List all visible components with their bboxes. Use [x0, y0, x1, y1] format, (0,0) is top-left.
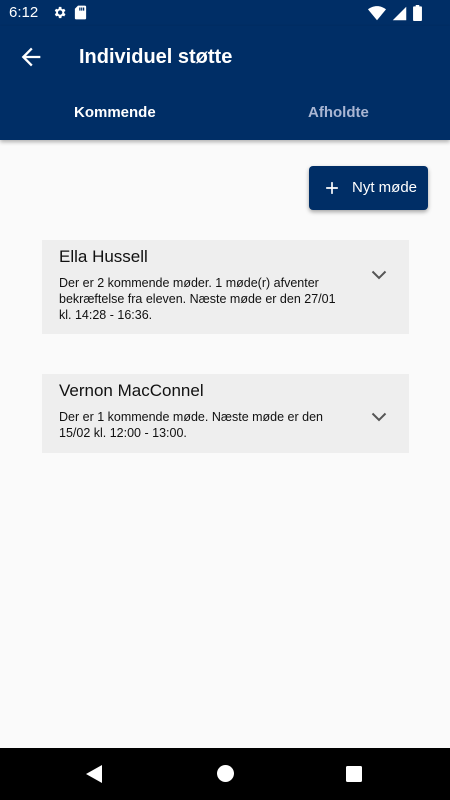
status-time: 6:12: [9, 4, 39, 21]
status-left-icons: [52, 5, 87, 25]
arrow-left-icon: [17, 47, 45, 75]
tab-upcoming[interactable]: Kommende: [74, 104, 156, 121]
student-name: Vernon MacConnel: [59, 381, 204, 400]
recents-square-icon[interactable]: [346, 766, 362, 787]
home-circle-icon[interactable]: [217, 765, 234, 787]
back-button[interactable]: [17, 43, 45, 71]
battery-icon: [413, 5, 422, 26]
new-meeting-button[interactable]: Nyt møde: [309, 166, 428, 210]
signal-icon: [392, 6, 407, 26]
plus-icon: [322, 178, 342, 198]
student-card[interactable]: Ella Hussell Der er 2 kommende møder. 1 …: [42, 240, 409, 334]
status-bar: 6:12: [0, 0, 450, 26]
sd-card-icon: [74, 5, 87, 25]
tab-held[interactable]: Afholdte: [308, 104, 369, 121]
student-card[interactable]: Vernon MacConnel Der er 1 kommende møde.…: [42, 374, 409, 453]
meeting-summary: Der er 2 kommende møder. 1 møde(r) afven…: [59, 276, 336, 322]
gear-icon: [52, 5, 67, 25]
student-name: Ella Hussell: [59, 247, 148, 266]
app-bar: Individuel støtte Kommende Afholdte: [0, 26, 450, 140]
status-right-icons: [368, 5, 422, 26]
page-title: Individuel støtte: [79, 46, 233, 68]
system-nav-bar: [0, 748, 450, 800]
meeting-summary: Der er 1 kommende møde. Næste møde er de…: [59, 410, 323, 440]
new-meeting-label: Nyt møde: [352, 179, 418, 196]
back-triangle-icon[interactable]: [86, 765, 103, 788]
wifi-icon: [368, 5, 386, 26]
chevron-down-icon[interactable]: [371, 267, 387, 280]
chevron-down-icon[interactable]: [371, 409, 387, 422]
